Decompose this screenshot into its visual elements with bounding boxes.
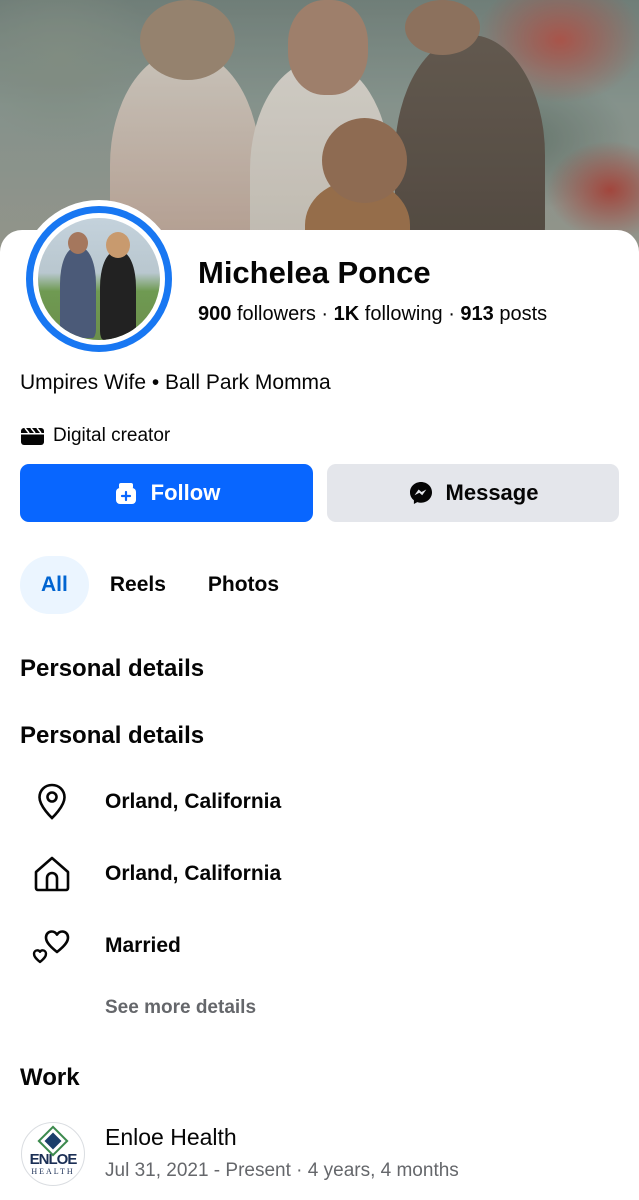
following-stat[interactable]: 1K following bbox=[334, 303, 443, 325]
profile-name: Michelea Ponce bbox=[198, 255, 431, 290]
profile-category: Digital creator bbox=[20, 425, 170, 447]
following-count: 1K bbox=[333, 303, 360, 325]
posts-stat: 913 posts bbox=[460, 303, 547, 325]
avatar-figure bbox=[68, 232, 88, 254]
clapperboard-icon bbox=[21, 427, 44, 445]
detail-text: Orland, California bbox=[105, 790, 282, 813]
followers-stat[interactable]: 900 followers bbox=[198, 303, 316, 325]
detail-text: Married bbox=[105, 934, 181, 957]
stat-separator: · bbox=[448, 303, 455, 325]
profile-bio: Umpires Wife • Ball Park Momma bbox=[20, 371, 331, 394]
followers-label: followers bbox=[236, 303, 316, 325]
messenger-icon bbox=[409, 482, 432, 504]
story-ring bbox=[26, 206, 172, 352]
employment-period: Jul 31, 2021 - Present · 4 years, 4 mont… bbox=[105, 1160, 459, 1181]
logo-wordmark: ENLOE bbox=[29, 1151, 78, 1168]
category-label: Digital creator bbox=[53, 425, 171, 446]
message-label: Message bbox=[445, 480, 539, 505]
follow-label: Follow bbox=[150, 480, 221, 505]
section-heading: Personal details bbox=[20, 722, 205, 749]
message-button[interactable]: Message bbox=[327, 464, 619, 522]
hearts-icon bbox=[30, 924, 74, 968]
detail-row-location: Orland, California bbox=[30, 780, 281, 824]
employer-logo[interactable]: ENLOE HEALTH bbox=[21, 1122, 85, 1186]
tab-reels[interactable]: Reels bbox=[89, 556, 187, 614]
section-heading: Personal details bbox=[20, 655, 205, 682]
avatar-figure bbox=[100, 252, 136, 340]
profile-tabs: All Reels Photos bbox=[20, 556, 300, 614]
tab-photos[interactable]: Photos bbox=[187, 556, 300, 614]
posts-count: 913 bbox=[460, 303, 494, 325]
avatar-photo bbox=[38, 218, 160, 340]
posts-label: posts bbox=[499, 303, 548, 325]
see-more-details-link[interactable]: See more details bbox=[105, 997, 256, 1019]
tab-all[interactable]: All bbox=[20, 556, 89, 614]
add-friend-icon bbox=[115, 483, 136, 504]
follow-button[interactable]: Follow bbox=[20, 464, 313, 522]
enloe-diamond-icon bbox=[37, 1125, 69, 1157]
logo-wordmark-sub: HEALTH bbox=[31, 1167, 75, 1176]
detail-row-hometown: Orland, California bbox=[30, 852, 281, 896]
location-pin-icon bbox=[30, 780, 74, 824]
section-heading: Work bbox=[20, 1064, 80, 1091]
home-icon bbox=[30, 852, 74, 896]
stat-separator: · bbox=[321, 303, 329, 325]
profile-avatar[interactable] bbox=[20, 200, 178, 358]
employer-name[interactable]: Enloe Health bbox=[105, 1124, 237, 1151]
avatar-figure bbox=[106, 232, 130, 258]
profile-stats: 900 followers · 1K following · 913 posts bbox=[198, 303, 547, 326]
followers-count: 900 bbox=[198, 303, 232, 325]
detail-row-relationship: Married bbox=[30, 924, 181, 968]
avatar-figure bbox=[60, 248, 96, 338]
following-label: following bbox=[364, 303, 443, 325]
detail-text: Orland, California bbox=[105, 862, 282, 885]
